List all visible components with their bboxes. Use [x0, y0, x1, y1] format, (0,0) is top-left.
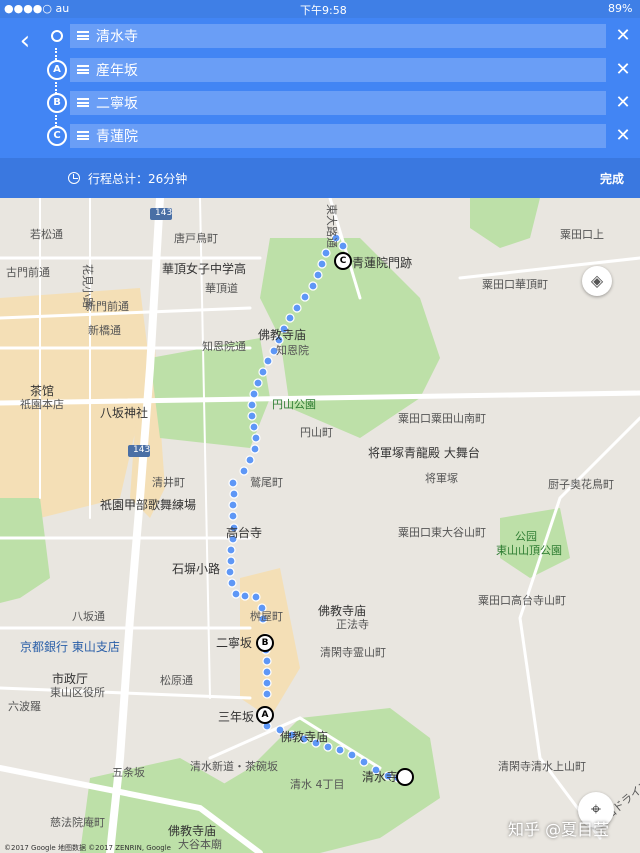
- map-label: 華頂女子中学高: [162, 262, 247, 276]
- poi-label: 祇園甲部歌舞練場: [100, 498, 197, 512]
- poi-label: 三年坂: [218, 710, 255, 724]
- stop-row-origin: 清水寺 ✕: [0, 24, 640, 48]
- pin-c[interactable]: C: [334, 252, 352, 270]
- stop-row-c: C 青蓮院 ✕: [0, 124, 640, 148]
- route-shield-143: 143: [155, 208, 173, 218]
- poi-label: 知恩院: [276, 344, 309, 357]
- drag-handle-icon[interactable]: [77, 65, 89, 74]
- remove-stop-button[interactable]: ✕: [612, 124, 634, 148]
- poi-label: 清水寺: [362, 770, 399, 784]
- map-label: 唐戸鳥町: [174, 232, 218, 245]
- map-label: 粟田口上: [560, 228, 604, 241]
- route-summary-bar: 行程总计：26分钟 完成: [0, 158, 640, 198]
- stop-label: 二寧坂: [96, 96, 138, 112]
- map-label: 八坂通: [72, 610, 105, 623]
- stop-label: 産年坂: [96, 63, 138, 79]
- poi-label: 東山山頂公園: [496, 544, 562, 557]
- poi-label: 石塀小路: [172, 562, 221, 576]
- drag-handle-icon[interactable]: [77, 31, 89, 40]
- map-label: 六波羅: [8, 700, 41, 713]
- route-shield-143: 143: [133, 445, 151, 455]
- map-label: 厨子奥花鳥町: [548, 478, 614, 491]
- map-label: 粟田口高台寺山町: [478, 594, 566, 607]
- status-time: 下午9:58: [300, 4, 347, 17]
- carrier-signal: ●●●●○ au: [4, 2, 70, 15]
- done-button[interactable]: 完成: [600, 170, 624, 187]
- map-label: 桝屋町: [250, 610, 283, 623]
- map-label: 粟田口粟田山南町: [398, 412, 486, 425]
- pin-b[interactable]: B: [256, 634, 274, 652]
- stop-field-a[interactable]: 産年坂: [70, 58, 606, 82]
- stop-a-marker-icon: A: [47, 60, 67, 80]
- origin-marker-icon: [51, 30, 63, 42]
- map-label: 五条坂: [112, 766, 145, 779]
- poi-label: 円山公園: [272, 398, 316, 411]
- copyright-text: ©2017 Google 地图数据 ©2017 ZENRIN, Google: [4, 844, 171, 852]
- battery-level: 89%: [608, 2, 633, 15]
- stop-label: 青蓮院: [96, 129, 138, 145]
- remove-stop-button[interactable]: ✕: [612, 24, 634, 48]
- map-view[interactable]: 143 143 若松通 唐戸鳥町 古門前通 華頂女子中学高 華頂道 新門前通 新…: [0, 198, 640, 853]
- map-label: 清閑寺霊山町: [320, 646, 386, 659]
- map-label: 鷲尾町: [250, 476, 283, 489]
- stop-label: 清水寺: [96, 29, 138, 45]
- drag-handle-icon[interactable]: [77, 98, 89, 107]
- clock-icon: [68, 172, 80, 184]
- map-label: 花見小路: [81, 264, 94, 308]
- map-label: 清井町: [152, 476, 185, 489]
- map-label: 華頂道: [205, 282, 238, 295]
- map-label: 松原通: [160, 674, 193, 687]
- poi-label: 二寧坂: [216, 636, 253, 650]
- map-label: 新橋通: [88, 324, 121, 337]
- stop-field-origin[interactable]: 清水寺: [70, 24, 606, 48]
- poi-label: 将軍塚: [425, 472, 458, 485]
- poi-label: 八坂神社: [100, 406, 149, 420]
- stop-field-c[interactable]: 青蓮院: [70, 124, 606, 148]
- drag-handle-icon[interactable]: [77, 131, 89, 140]
- stop-field-b[interactable]: 二寧坂: [70, 91, 606, 115]
- map-label: 円山町: [300, 426, 333, 439]
- map-label: 清閑寺清水上山町: [498, 760, 586, 773]
- poi-label: 青蓮院門跡: [352, 256, 413, 270]
- layers-button[interactable]: ◈: [582, 266, 612, 296]
- poi-label: 佛教寺庙: [280, 730, 329, 744]
- map-label: 知恩院通: [202, 340, 246, 353]
- map-label: 粟田口華頂町: [482, 278, 548, 291]
- map-label: 清水 4丁目: [290, 778, 345, 791]
- stop-row-a: A 産年坂 ✕: [0, 58, 640, 82]
- poi-label: 祇園本店: [20, 398, 64, 411]
- pin-origin[interactable]: [396, 768, 414, 786]
- stop-b-marker-icon: B: [47, 93, 67, 113]
- poi-label: 東山区役所: [50, 686, 105, 699]
- map-canvas: [0, 198, 640, 853]
- remove-stop-button[interactable]: ✕: [612, 91, 634, 115]
- total-duration: 行程总计：26分钟: [88, 172, 188, 186]
- map-label: 慈法院庵町: [50, 816, 105, 829]
- stop-c-marker-icon: C: [47, 126, 67, 146]
- route-header: ‹ 清水寺 ✕ A 産年坂 ✕ B 二寧坂 ✕ C 青蓮院 ✕: [0, 18, 640, 158]
- poi-label: 京都銀行 東山支店: [20, 640, 120, 654]
- watermark: 知乎 @夏目莹: [508, 820, 610, 839]
- status-bar: ●●●●○ au 下午9:58 89%: [0, 0, 640, 18]
- poi-label: 正法寺: [336, 618, 369, 631]
- poi-label: 高台寺: [226, 526, 263, 540]
- pin-a[interactable]: A: [256, 706, 274, 724]
- poi-label: 将軍塚青龍殿 大舞台: [368, 446, 480, 460]
- map-label: 古門前通: [6, 266, 50, 279]
- poi-label: 佛教寺庙: [258, 328, 307, 342]
- stop-row-b: B 二寧坂 ✕: [0, 91, 640, 115]
- remove-stop-button[interactable]: ✕: [612, 58, 634, 82]
- map-label: 粟田口東大谷山町: [398, 526, 486, 539]
- map-label: 清水新道・茶碗坂: [190, 760, 278, 773]
- poi-label: 大谷本廟: [178, 838, 222, 851]
- map-label: 東大路通: [325, 204, 338, 248]
- map-label: 若松通: [30, 228, 63, 241]
